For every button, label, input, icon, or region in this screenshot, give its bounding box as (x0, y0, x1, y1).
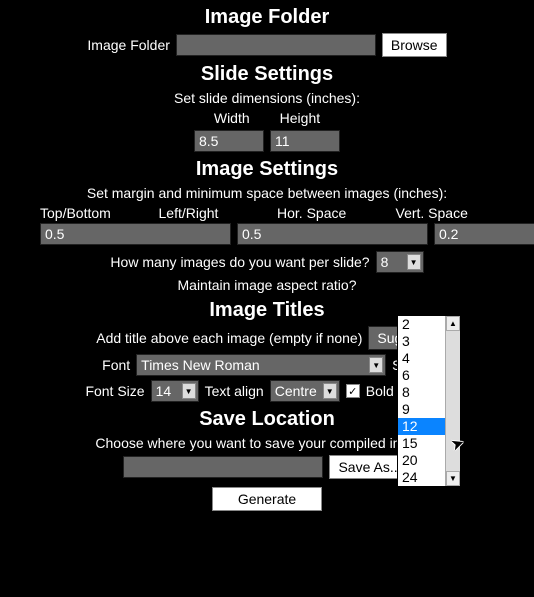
save-path-input[interactable] (123, 456, 323, 478)
image-settings-subtitle: Set margin and minimum space between ima… (0, 185, 534, 201)
margin-topbottom-input[interactable] (40, 223, 231, 245)
text-align-select[interactable]: Centre ▼ (270, 380, 340, 402)
dropdown-option[interactable]: 20 (398, 452, 445, 469)
dropdown-option[interactable]: 12 (398, 418, 445, 435)
dropdown-option[interactable]: 6 (398, 367, 445, 384)
image-folder-label: Image Folder (87, 37, 169, 53)
dropdown-scrollbar[interactable]: ▲ ▼ (445, 316, 460, 486)
dropdown-option[interactable]: 2 (398, 316, 445, 333)
images-per-slide-select[interactable]: 8 ▼ (376, 251, 424, 273)
dropdown-option[interactable]: 24 (398, 469, 445, 486)
col-topbottom-label: Top/Bottom (40, 205, 139, 221)
col-horspace-label: Hor. Space (277, 205, 376, 221)
slide-settings-subtitle: Set slide dimensions (inches): (0, 90, 534, 106)
text-align-label: Text align (205, 383, 264, 399)
slide-settings-title: Slide Settings (0, 63, 534, 86)
slide-height-input[interactable] (270, 130, 340, 152)
font-value: Times New Roman (141, 357, 260, 373)
hor-space-input[interactable] (434, 223, 534, 245)
chevron-down-icon: ▼ (323, 383, 337, 399)
col-vertspace-label: Vert. Space (396, 205, 495, 221)
image-settings-title: Image Settings (0, 158, 534, 181)
bold-label: Bold (366, 383, 394, 399)
dropdown-option[interactable]: 9 (398, 401, 445, 418)
images-per-slide-value: 8 (381, 254, 403, 270)
add-title-label: Add title above each image (empty if non… (96, 330, 362, 346)
images-per-slide-label: How many images do you want per slide? (110, 254, 369, 270)
generate-button[interactable]: Generate (212, 487, 322, 511)
font-select[interactable]: Times New Roman ▼ (136, 354, 386, 376)
bold-checkbox[interactable]: ✓ (346, 384, 360, 398)
font-size-value: 14 (156, 383, 178, 399)
dropdown-option[interactable]: 4 (398, 350, 445, 367)
font-size-select[interactable]: 14 ▼ (151, 380, 199, 402)
scroll-up-icon[interactable]: ▲ (446, 316, 460, 331)
scroll-down-icon[interactable]: ▼ (446, 471, 460, 486)
font-size-label: Font Size (85, 383, 144, 399)
browse-button[interactable]: Browse (382, 33, 447, 57)
chevron-down-icon: ▼ (407, 254, 421, 270)
dropdown-option[interactable]: 8 (398, 384, 445, 401)
aspect-ratio-label: Maintain image aspect ratio? (178, 277, 357, 293)
font-label: Font (102, 357, 130, 373)
dropdown-option[interactable]: 3 (398, 333, 445, 350)
image-folder-input[interactable] (176, 34, 376, 56)
chevron-down-icon: ▼ (369, 357, 383, 373)
height-label: Height (280, 110, 320, 126)
col-leftright-label: Left/Right (159, 205, 258, 221)
text-align-value: Centre (275, 383, 319, 399)
margin-leftright-input[interactable] (237, 223, 428, 245)
image-folder-title: Image Folder (0, 6, 534, 29)
images-per-slide-dropdown[interactable]: ▲ ▼ 23468912152024 (397, 315, 461, 487)
slide-width-input[interactable] (194, 130, 264, 152)
width-label: Width (214, 110, 250, 126)
dropdown-option[interactable]: 15 (398, 435, 445, 452)
chevron-down-icon: ▼ (182, 383, 196, 399)
